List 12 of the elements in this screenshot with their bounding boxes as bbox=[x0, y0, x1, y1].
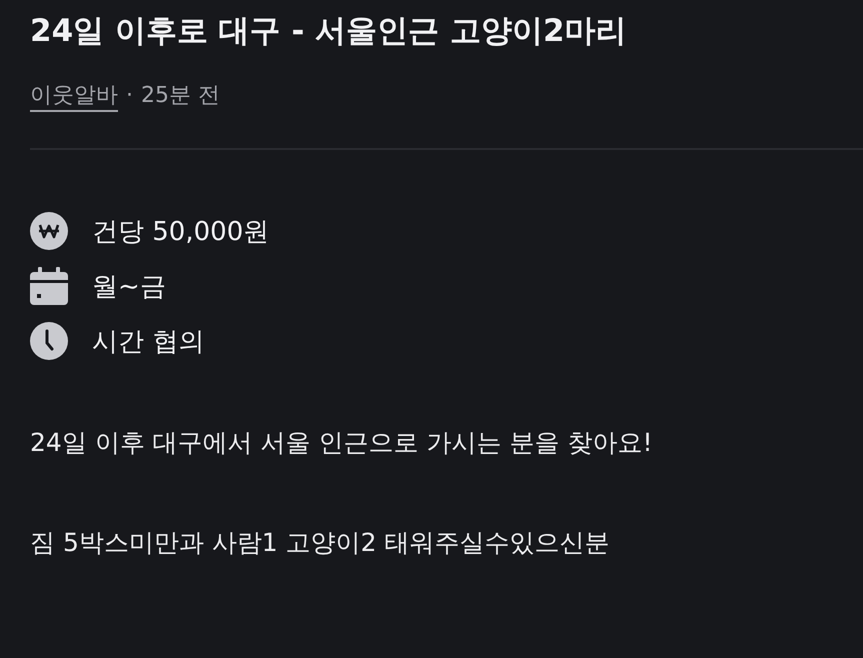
clock-icon bbox=[30, 322, 68, 360]
calendar-icon bbox=[30, 267, 68, 305]
separator-dot: · bbox=[126, 82, 133, 108]
won-icon bbox=[30, 212, 68, 250]
author-link[interactable]: 이웃알바 bbox=[30, 80, 118, 110]
post-time: 25분 전 bbox=[141, 82, 220, 110]
detail-text: 월~금 bbox=[92, 270, 166, 304]
body-paragraph: 짐 5박스미만과 사람1 고양이2 태워주실수있으신분 bbox=[30, 527, 611, 559]
detail-text: 시간 협의 bbox=[92, 326, 204, 358]
detail-text: 건당 50,000원 bbox=[92, 216, 270, 248]
body-paragraph: 24일 이후 대구에서 서울 인근으로 가시는 분을 찾아요! bbox=[30, 427, 654, 459]
post-title: 24일 이후로 대구 - 서울인근 고양이2마리 bbox=[30, 12, 628, 51]
